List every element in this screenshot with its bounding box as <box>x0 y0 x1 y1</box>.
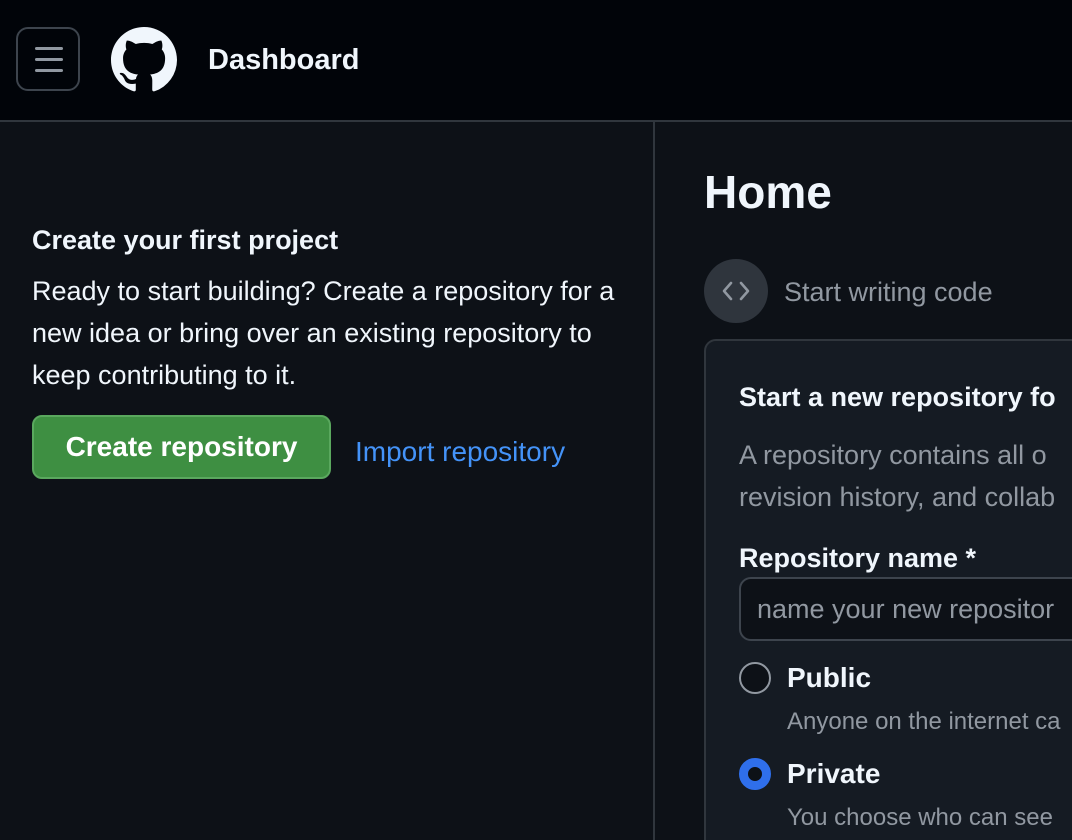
private-radio-label[interactable]: Private <box>787 756 880 792</box>
new-repository-card: Start a new repository fo A repository c… <box>704 339 1072 840</box>
import-repository-link[interactable]: Import repository <box>355 434 565 470</box>
hamburger-menu-icon-bar <box>35 58 63 61</box>
code-icon-badge <box>704 259 768 323</box>
start-writing-code-label: Start writing code <box>784 277 993 307</box>
first-project-description: Ready to start building? Create a reposi… <box>32 276 615 390</box>
home-title: Home <box>704 166 832 218</box>
menu-button[interactable] <box>16 27 80 91</box>
card-description-line: A repository contains all o <box>739 440 1047 470</box>
card-description: A repository contains all o revision his… <box>739 434 1072 518</box>
public-radio-label[interactable]: Public <box>787 660 871 696</box>
card-title: Start a new repository fo <box>739 382 1056 412</box>
left-panel: Create your first project Ready to start… <box>0 122 655 840</box>
code-icon <box>722 281 750 301</box>
private-radio[interactable] <box>739 758 771 790</box>
hamburger-menu-icon <box>35 47 63 50</box>
app-header: Dashboard <box>0 0 1072 122</box>
first-project-title: Create your first project <box>32 225 339 255</box>
create-repository-button[interactable]: Create repository <box>32 415 331 479</box>
repository-name-label: Repository name * <box>739 543 977 573</box>
private-radio-description: You choose who can see <box>787 804 1053 831</box>
github-logo-icon[interactable] <box>111 27 177 93</box>
public-radio[interactable] <box>739 662 771 694</box>
public-radio-description: Anyone on the internet ca <box>787 708 1061 735</box>
main-content: Home Start writing code Start a new repo… <box>657 122 1072 840</box>
hamburger-menu-icon-bar <box>35 69 63 72</box>
repository-name-input[interactable] <box>739 577 1072 641</box>
page-title: Dashboard <box>208 44 360 76</box>
card-description-line: revision history, and collab <box>739 482 1056 512</box>
